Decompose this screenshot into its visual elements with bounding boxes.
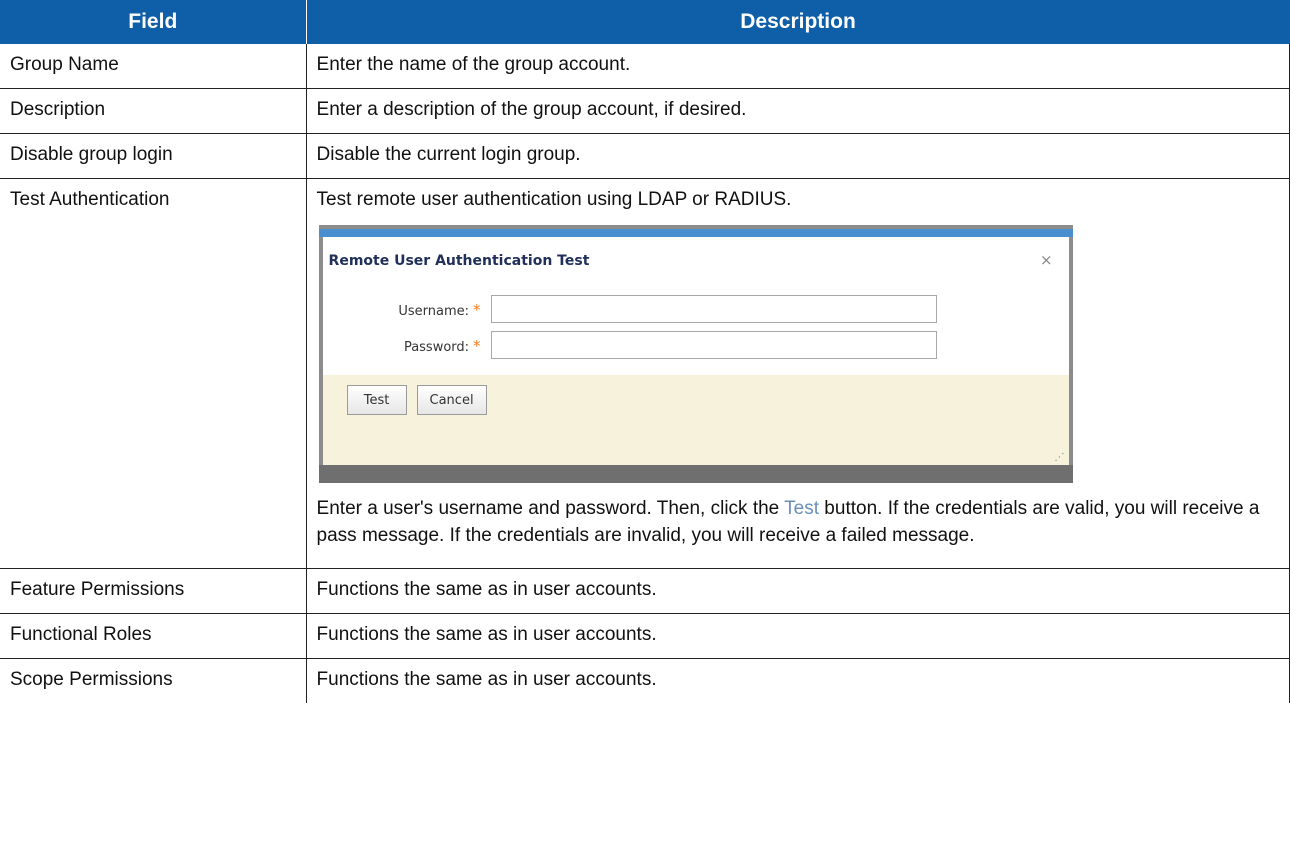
dialog-bottom-edge xyxy=(318,465,1073,483)
field-cell: Feature Permissions xyxy=(0,568,307,614)
test-instructions: Enter a user's username and password. Th… xyxy=(317,495,1279,549)
field-cell: Scope Permissions xyxy=(10,669,173,690)
dialog-body: Remote User Authentication Test × Userna… xyxy=(322,237,1069,375)
dialog-top-bar xyxy=(318,229,1073,237)
password-label-group: Password: * xyxy=(341,337,481,355)
username-label: Username: xyxy=(398,304,470,319)
table-row: Scope Permissions Functions the same as … xyxy=(0,658,1290,703)
field-cell: Disable group login xyxy=(0,133,307,179)
description-cell: Test remote user authentication using LD… xyxy=(305,178,1290,569)
table-row: Test Authentication Test remote user aut… xyxy=(0,178,1290,569)
field-cell: Functional Roles xyxy=(0,613,307,659)
password-label: Password: xyxy=(403,340,470,355)
description-cell: Functions the same as in user accounts. xyxy=(305,658,1290,703)
table-row: Disable group login Disable the current … xyxy=(0,133,1290,179)
instructions-part1: Enter a user's username and password. Th… xyxy=(316,498,785,519)
test-authentication-summary: Test remote user authentication using LD… xyxy=(316,189,792,210)
resize-grip-icon[interactable]: ⋰ xyxy=(1055,452,1065,463)
required-star-icon: * xyxy=(473,301,481,319)
dialog-screenshot: Remote User Authentication Test × Userna… xyxy=(318,225,1073,483)
description-cell: Functions the same as in user accounts. xyxy=(305,613,1290,659)
test-link[interactable]: Test xyxy=(784,498,819,519)
description-cell: Enter a description of the group account… xyxy=(305,88,1290,134)
table-header-row: Field Description xyxy=(0,0,1290,44)
test-button[interactable]: Test xyxy=(346,385,407,415)
dialog-title: Remote User Authentication Test xyxy=(328,253,590,269)
table-row: Functional Roles Functions the same as i… xyxy=(0,613,1290,659)
table-row: Group Name Enter the name of the group a… xyxy=(0,44,1290,89)
username-label-group: Username: * xyxy=(341,301,481,319)
header-field: Field xyxy=(0,0,307,44)
table-row: Description Enter a description of the g… xyxy=(0,88,1290,134)
table-row: Feature Permissions Functions the same a… xyxy=(0,568,1290,614)
field-cell: Group Name xyxy=(0,44,307,89)
close-icon[interactable]: × xyxy=(1040,251,1053,269)
description-cell: Disable the current login group. xyxy=(305,133,1290,179)
field-description-table: Field Description Group Name Enter the n… xyxy=(0,0,1290,703)
field-cell: Test Authentication xyxy=(0,178,307,569)
cancel-button[interactable]: Cancel xyxy=(416,385,487,415)
required-star-icon: * xyxy=(473,337,481,355)
header-description: Description xyxy=(306,0,1290,44)
password-input[interactable] xyxy=(490,331,937,359)
description-cell: Functions the same as in user accounts. xyxy=(305,568,1290,614)
username-input[interactable] xyxy=(490,295,937,323)
description-cell: Enter the name of the group account. xyxy=(305,44,1290,89)
field-cell: Description xyxy=(0,88,307,134)
